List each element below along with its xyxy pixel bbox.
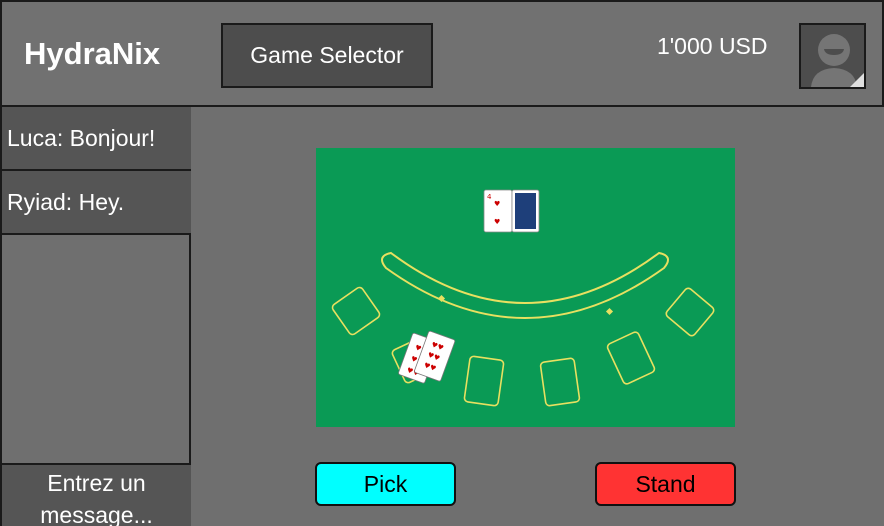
game-selector-button[interactable]: Game Selector	[221, 23, 433, 88]
avatar[interactable]	[799, 23, 866, 89]
chat-message: Ryiad: Hey.	[2, 171, 191, 235]
app-title: HydraNix	[24, 36, 161, 71]
chat-sidebar: Luca: Bonjour! Ryiad: Hey. Entrez un mes…	[0, 105, 191, 526]
blackjack-table: 4 ♥ ♥ ♥♥ ♥♥ ♥♥ ♥♥ ♥♥ ♥♥	[316, 148, 735, 427]
chat-message-text: Luca: Bonjour!	[7, 124, 156, 151]
chat-message: Luca: Bonjour!	[2, 107, 191, 171]
stand-button[interactable]: Stand	[595, 462, 736, 506]
chat-message-text: Ryiad: Hey.	[7, 188, 125, 215]
svg-text:♥: ♥	[494, 218, 500, 226]
svg-text:♥: ♥	[494, 200, 500, 208]
svg-text:4: 4	[487, 193, 492, 201]
pick-button[interactable]: Pick	[315, 462, 456, 506]
balance-display: 1'000 USD	[657, 33, 768, 59]
dealer-cards[interactable]: 4 ♥ ♥	[483, 189, 540, 233]
user-avatar-icon	[811, 34, 864, 87]
header-bar: HydraNix Game Selector 1'000 USD	[0, 0, 884, 107]
chat-message-input[interactable]: Entrez un message...	[2, 463, 191, 526]
